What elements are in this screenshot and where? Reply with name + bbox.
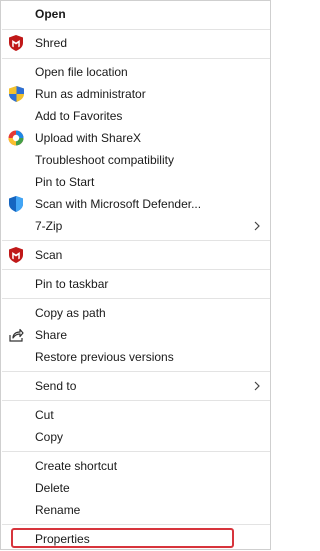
menu-item-scan-defender[interactable]: Scan with Microsoft Defender... <box>1 193 270 215</box>
menu-item-label: Create shortcut <box>35 459 118 473</box>
menu-item-upload-sharex[interactable]: Upload with ShareX <box>1 127 270 149</box>
menu-separator <box>2 524 270 525</box>
menu-item-share[interactable]: Share <box>1 324 270 346</box>
menu-item-label: Cut <box>35 408 54 422</box>
menu-item-label: Run as administrator <box>35 87 146 101</box>
menu-item-label: Add to Favorites <box>35 109 123 123</box>
menu-separator <box>2 371 270 372</box>
menu-item-scan[interactable]: Scan <box>1 244 270 266</box>
menu-item-label: Restore previous versions <box>35 350 174 364</box>
context-menu: Open Shred Open file location Run as adm… <box>0 0 271 550</box>
menu-item-label: Scan <box>35 248 63 262</box>
menu-item-rename[interactable]: Rename <box>1 499 270 521</box>
selection-highlight-box <box>11 528 234 548</box>
menu-item-shred[interactable]: Shred <box>1 32 270 54</box>
menu-item-label: Share <box>35 328 68 342</box>
menu-separator <box>2 269 270 270</box>
chevron-right-icon <box>252 378 262 394</box>
menu-separator <box>2 58 270 59</box>
menu-separator <box>2 400 270 401</box>
menu-separator <box>2 298 270 299</box>
menu-separator <box>2 451 270 452</box>
menu-item-pin-to-start[interactable]: Pin to Start <box>1 171 270 193</box>
menu-item-label: 7-Zip <box>35 219 63 233</box>
menu-item-label: Upload with ShareX <box>35 131 142 145</box>
menu-item-create-shortcut[interactable]: Create shortcut <box>1 455 270 477</box>
menu-item-label: Open <box>35 7 66 21</box>
menu-item-troubleshoot[interactable]: Troubleshoot compatibility <box>1 149 270 171</box>
menu-item-label: Scan with Microsoft Defender... <box>35 197 202 211</box>
mcafee-shield-icon <box>8 247 24 263</box>
menu-separator <box>2 29 270 30</box>
menu-item-label: Rename <box>35 503 81 517</box>
menu-item-label: Send to <box>35 379 77 393</box>
menu-item-cut[interactable]: Cut <box>1 404 270 426</box>
menu-item-add-to-favorites[interactable]: Add to Favorites <box>1 105 270 127</box>
menu-item-open-file-location[interactable]: Open file location <box>1 61 270 83</box>
menu-item-label: Copy <box>35 430 64 444</box>
menu-item-run-as-administrator[interactable]: Run as administrator <box>1 83 270 105</box>
menu-item-label: Pin to taskbar <box>35 277 109 291</box>
menu-item-copy[interactable]: Copy <box>1 426 270 448</box>
menu-item-restore-previous-versions[interactable]: Restore previous versions <box>1 346 270 368</box>
defender-shield-icon <box>8 196 24 212</box>
menu-item-label: Copy as path <box>35 306 106 320</box>
menu-item-label: Pin to Start <box>35 175 95 189</box>
menu-item-send-to[interactable]: Send to <box>1 375 270 397</box>
menu-item-7zip[interactable]: 7-Zip <box>1 215 270 237</box>
share-icon <box>8 327 24 343</box>
chevron-right-icon <box>252 218 262 234</box>
mcafee-shield-icon <box>8 35 24 51</box>
menu-item-label: Open file location <box>35 65 128 79</box>
sharex-icon <box>8 130 24 146</box>
menu-item-pin-to-taskbar[interactable]: Pin to taskbar <box>1 273 270 295</box>
menu-separator <box>2 240 270 241</box>
menu-item-delete[interactable]: Delete <box>1 477 270 499</box>
menu-item-label: Shred <box>35 36 68 50</box>
menu-item-copy-as-path[interactable]: Copy as path <box>1 302 270 324</box>
uac-shield-icon <box>8 86 24 102</box>
menu-item-label: Troubleshoot compatibility <box>35 153 174 167</box>
menu-item-open[interactable]: Open <box>1 3 270 25</box>
menu-item-label: Delete <box>35 481 70 495</box>
